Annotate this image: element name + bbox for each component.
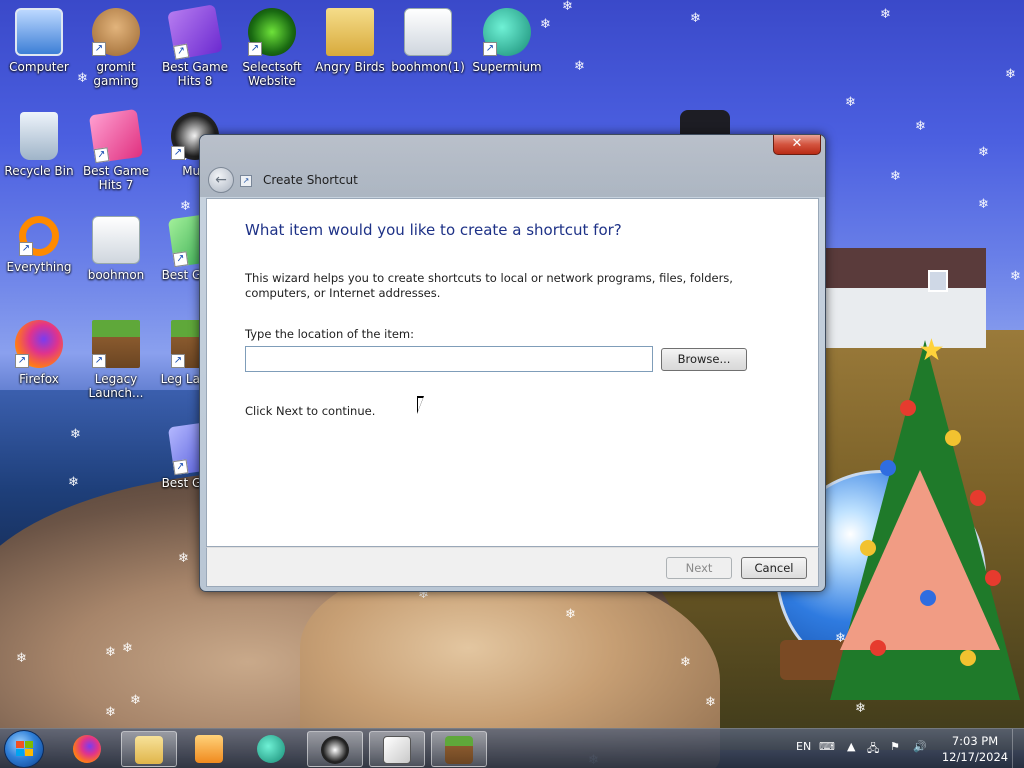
- cancel-button[interactable]: Cancel: [741, 557, 807, 579]
- network-icon[interactable]: 🖧: [867, 740, 879, 759]
- browse-button[interactable]: Browse...: [661, 348, 747, 371]
- keyboard-icon[interactable]: ⌨: [819, 740, 835, 753]
- desktop-icon-boohmon[interactable]: boohmon: [77, 216, 155, 282]
- taskbar-clock[interactable]: 7:03 PM 12/17/2024: [940, 733, 1010, 765]
- taskbar-explorer[interactable]: [121, 731, 177, 767]
- taskbar-minecraft[interactable]: [431, 731, 487, 767]
- clock-time: 7:03 PM: [951, 734, 999, 748]
- desktop-icon-angry-birds[interactable]: Angry Birds: [311, 8, 389, 74]
- language-indicator[interactable]: EN: [796, 740, 811, 753]
- location-input[interactable]: [245, 346, 653, 372]
- wizard-description: This wizard helps you to create shortcut…: [245, 271, 733, 300]
- back-arrow-icon[interactable]: ←: [208, 167, 234, 193]
- desktop-icon-best-game-hits-7[interactable]: ↗ Best Game Hits 7: [77, 108, 155, 192]
- windows-logo-icon: [16, 741, 34, 757]
- dialog-footer: Next Cancel: [206, 547, 819, 587]
- desktop-icon-gromit-gaming[interactable]: ↗ gromit gaming: [77, 8, 155, 88]
- desktop-icon-best-game-hits-8[interactable]: ↗ Best Game Hits 8: [156, 4, 234, 88]
- desktop-icon-supermium[interactable]: ↗ Supermium: [468, 8, 546, 74]
- taskbar: EN ⌨ ▲ 🖧 ⚑ 🔊 7:03 PM 12/17/2024: [0, 728, 1024, 768]
- minecraft-icon: ↗: [92, 320, 140, 368]
- show-desktop-button[interactable]: [1012, 729, 1024, 768]
- taskbar-ble[interactable]: [307, 731, 363, 767]
- firefox-icon: [73, 735, 101, 763]
- ble-icon: [321, 736, 349, 764]
- dialog-titlebar[interactable]: [200, 135, 825, 197]
- selectsoft-icon: ↗: [248, 8, 296, 56]
- firefox-icon: ↗: [15, 320, 63, 368]
- clock-date: 12/17/2024: [941, 750, 1009, 764]
- supermium-icon: ↗: [483, 8, 531, 56]
- desktop-icon-everything[interactable]: ↗ Everything: [0, 216, 78, 274]
- recycle-bin-icon: [20, 112, 58, 160]
- minecraft-icon: [445, 736, 473, 764]
- mouse-cursor-fill: [418, 398, 423, 411]
- next-button[interactable]: Next: [666, 557, 732, 579]
- taskbar-media-player[interactable]: [182, 731, 238, 767]
- volume-icon[interactable]: 🔊: [913, 740, 927, 753]
- continue-hint: Click Next to continue.: [245, 404, 376, 418]
- solitaire-icon: [383, 736, 411, 764]
- supermium-icon: [257, 735, 285, 763]
- folder-icon: [326, 8, 374, 56]
- media-player-icon: [195, 735, 223, 763]
- everything-icon: ↗: [19, 216, 59, 256]
- gromit-icon: ↗: [92, 8, 140, 56]
- desktop-icon-legacy-launcher[interactable]: ↗ Legacy Launch...: [77, 320, 155, 400]
- create-shortcut-dialog: ✕ ← ↗ Create Shortcut What item would yo…: [199, 134, 826, 592]
- desktop-icon-recycle-bin[interactable]: Recycle Bin: [0, 112, 78, 178]
- desktop-icon-selectsoft-website[interactable]: ↗ Selectsoft Website: [233, 8, 311, 88]
- computer-icon: [15, 8, 63, 56]
- show-hidden-icons-icon[interactable]: ▲: [847, 740, 855, 753]
- dice-icon: ↗: [88, 108, 144, 164]
- close-button[interactable]: ✕: [773, 135, 821, 155]
- gear-file-icon: [92, 216, 140, 264]
- location-label: Type the location of the item:: [245, 327, 415, 341]
- dice-icon: ↗: [167, 4, 223, 60]
- taskbar-firefox[interactable]: [60, 731, 116, 767]
- taskbar-solitaire[interactable]: [369, 731, 425, 767]
- gear-file-icon: [404, 8, 452, 56]
- dialog-title: Create Shortcut: [263, 173, 358, 187]
- shortcut-icon: ↗: [240, 175, 252, 187]
- desktop-icon-boohmon-1[interactable]: boohmon(1): [389, 8, 467, 74]
- desktop-icon-firefox[interactable]: ↗ Firefox: [0, 320, 78, 386]
- desktop-icon-computer[interactable]: Computer: [0, 8, 78, 74]
- action-center-flag-icon[interactable]: ⚑: [890, 740, 900, 753]
- wizard-heading: What item would you like to create a sho…: [245, 221, 622, 239]
- dialog-content: What item would you like to create a sho…: [206, 198, 819, 547]
- explorer-icon: [135, 736, 163, 764]
- taskbar-supermium[interactable]: [244, 731, 300, 767]
- start-button[interactable]: [4, 730, 44, 768]
